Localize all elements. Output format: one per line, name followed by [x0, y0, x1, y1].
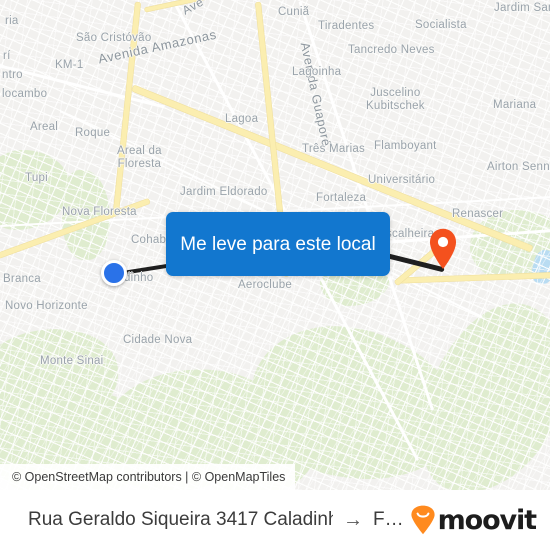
- map-label: Fortaleza: [316, 192, 367, 204]
- map-label: Airton Senna: [487, 161, 550, 173]
- map-label: Flamboyant: [374, 140, 437, 152]
- destination-pin-icon[interactable]: [428, 228, 458, 270]
- map-label: Mariana: [493, 99, 537, 111]
- map-label: Juscelino Kubitschek: [366, 87, 425, 112]
- map-label: dinho: [124, 272, 154, 284]
- trip-footer-bar: Rua Geraldo Siqueira 3417 Caladinho Port…: [0, 490, 550, 550]
- map-attribution[interactable]: © OpenStreetMap contributors | © OpenMap…: [0, 464, 296, 490]
- map-canvas[interactable]: São Cristóvão KM-1 ria rí ntro locambo Areal Ro…: [0, 0, 550, 490]
- map-label: Universitário: [368, 174, 436, 186]
- map-label: locambo: [2, 88, 48, 100]
- map-label: rí: [3, 50, 11, 62]
- map-label: Cuniã: [278, 6, 310, 18]
- map-label: Nova Floresta: [62, 206, 137, 218]
- map-label: Tiradentes: [318, 20, 375, 32]
- trip-origin-label: Rua Geraldo Siqueira 3417 Caladinho Port…: [28, 509, 333, 530]
- map-label: ntro: [2, 69, 23, 81]
- map-label: ria: [5, 15, 19, 27]
- map-label: Areal: [30, 121, 59, 133]
- map-label: Monte Sinai: [40, 355, 104, 367]
- trip-summary: Rua Geraldo Siqueira 3417 Caladinho Port…: [28, 509, 404, 532]
- arrow-right-icon: →: [342, 508, 363, 531]
- map-label: Cohab: [131, 234, 167, 246]
- map-label: Jardim Eldorado: [180, 186, 268, 198]
- map-label: Renascer: [452, 208, 504, 220]
- map-label: KM-1: [55, 59, 84, 71]
- moovit-wordmark: moovit: [437, 504, 538, 536]
- map-label: Três Marias: [302, 143, 366, 155]
- origin-dot-icon[interactable]: [101, 260, 127, 286]
- map-label: Aeroclube: [238, 279, 293, 291]
- moovit-logo[interactable]: moovit: [410, 504, 538, 536]
- map-label: Lagoinha: [292, 66, 342, 78]
- map-label: Cidade Nova: [123, 334, 193, 346]
- map-label: Lagoa: [225, 113, 259, 125]
- map-label: Branca: [3, 273, 41, 285]
- pin-svg: [430, 228, 456, 269]
- attribution-text: © OpenStreetMap contributors | © OpenMap…: [12, 470, 286, 484]
- trip-destination-label: F…: [372, 509, 404, 530]
- map-label: Novo Horizonte: [5, 300, 88, 312]
- map-label: Tupi: [25, 172, 48, 184]
- map-screen: São Cristóvão KM-1 ria rí ntro locambo Areal Ro…: [0, 0, 550, 550]
- map-label: Tancredo Neves: [348, 44, 435, 56]
- map-label: Socialista: [415, 19, 467, 31]
- map-label: Roque: [75, 127, 111, 139]
- map-label: Jardim San: [494, 2, 550, 14]
- moovit-pin-icon: [410, 505, 435, 535]
- map-label: Areal da Floresta: [117, 145, 162, 170]
- take-me-there-button[interactable]: Me leve para este local: [166, 212, 390, 276]
- callout-label: Me leve para este local: [180, 233, 376, 255]
